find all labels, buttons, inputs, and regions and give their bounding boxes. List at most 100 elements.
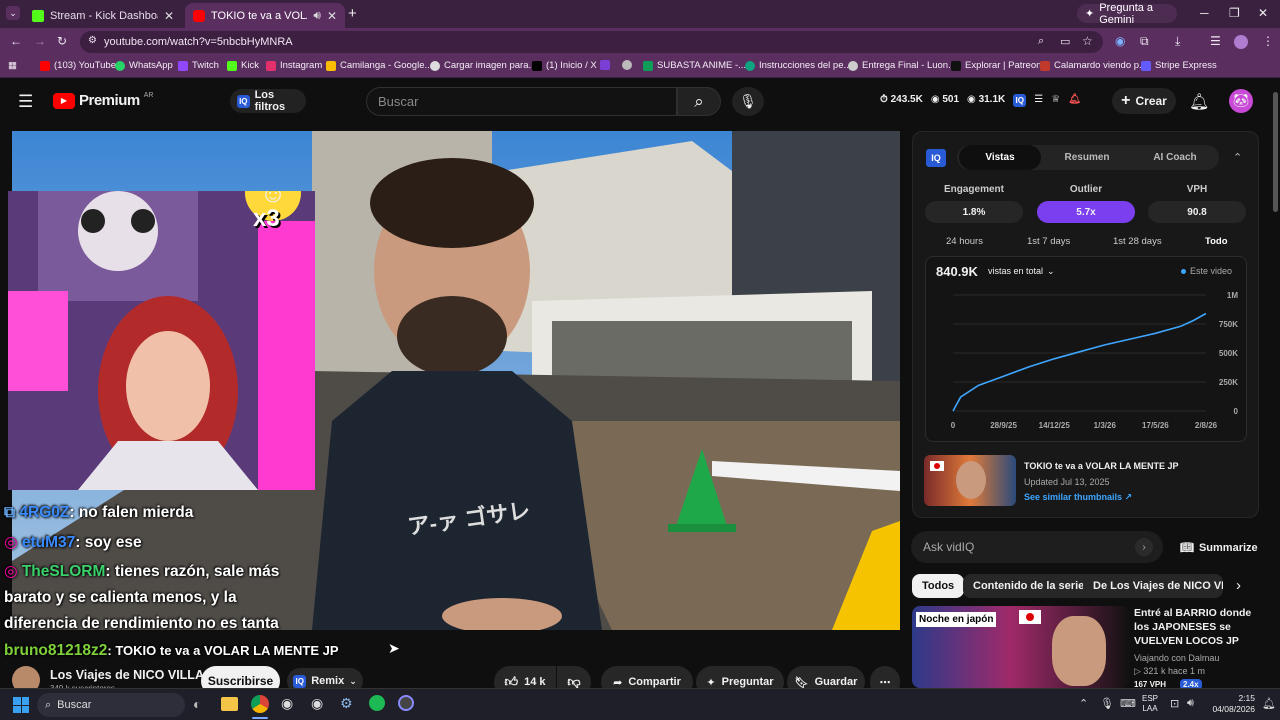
bookmark-kick[interactable]: Kick bbox=[227, 60, 259, 71]
windows-start-icon[interactable] bbox=[13, 697, 29, 713]
microphone-icon[interactable]: 🎙︎ bbox=[1100, 697, 1114, 710]
minimize-window-icon[interactable]: ─ bbox=[1200, 6, 1209, 20]
close-tab-icon[interactable]: ✕ bbox=[164, 9, 174, 23]
tab-search-icon[interactable]: ⌄ bbox=[6, 6, 20, 20]
search-icon: ⌕ bbox=[45, 698, 52, 711]
hamburger-menu-icon[interactable]: ☰ bbox=[18, 92, 33, 112]
clock[interactable]: 2:15 04/08/2026 bbox=[1205, 693, 1255, 715]
site-info-icon[interactable]: ⚙ bbox=[88, 35, 97, 46]
obs-icon[interactable]: ◉ bbox=[281, 695, 293, 712]
chip-serie[interactable]: Contenido de la serie bbox=[963, 574, 1095, 598]
scrollbar-thumb[interactable] bbox=[1273, 92, 1278, 212]
bookmark-instagram[interactable]: Instagram bbox=[266, 60, 322, 71]
y-tick-label: 250K bbox=[1219, 378, 1238, 387]
user-avatar[interactable]: 🐼︎ bbox=[1229, 89, 1253, 113]
bookmark-globe-icon[interactable] bbox=[622, 60, 632, 70]
obs-secondary-icon[interactable]: ◉ bbox=[311, 695, 323, 712]
notification-off-icon[interactable]: 🔔︎ bbox=[1068, 94, 1081, 107]
tab-resumen[interactable]: Resumen bbox=[1045, 145, 1129, 170]
notification-bell-icon[interactable]: 🔔︎ bbox=[1262, 697, 1276, 710]
similar-thumbnails-link[interactable]: See similar thumbnails ↗ bbox=[1024, 492, 1132, 503]
range-7d[interactable]: 1st 7 days bbox=[1027, 236, 1070, 247]
tab-search-icon[interactable]: ☰ bbox=[1210, 34, 1221, 48]
search-input[interactable]: Buscar bbox=[366, 87, 677, 116]
bookmark-camilanga[interactable]: Camilanga - Google... bbox=[326, 60, 432, 71]
bookmark-subasta[interactable]: SUBASTA ANIME -... bbox=[643, 60, 746, 71]
address-bar[interactable]: ⚙ youtube.com/watch?v=5nbcbHyMNRA ⌕ ▭ ☆ bbox=[80, 31, 1103, 53]
cast-icon[interactable]: ▭ bbox=[1060, 35, 1070, 48]
tab-kick-dashboard[interactable]: Stream - Kick Dashboard ✕ bbox=[24, 3, 182, 28]
summarize-label: Summarize bbox=[1198, 541, 1258, 554]
forward-icon[interactable]: → bbox=[34, 34, 46, 48]
bookmark-purple-icon[interactable] bbox=[600, 60, 610, 70]
bookmark-instrucciones[interactable]: Instrucciones del pe... bbox=[745, 60, 851, 71]
taskbar-search[interactable]: ⌕ Buscar bbox=[37, 693, 185, 717]
notifications-icon[interactable]: 🔔︎ bbox=[1189, 92, 1209, 112]
send-arrow-icon[interactable]: › bbox=[1135, 538, 1153, 556]
bookmark-stripe[interactable]: Stripe Express bbox=[1141, 60, 1217, 71]
back-icon[interactable]: ← bbox=[10, 34, 22, 48]
app-icon[interactable] bbox=[398, 695, 414, 711]
chip-todos[interactable]: Todos bbox=[912, 574, 965, 598]
extensions-puzzle-icon[interactable]: ⧉ bbox=[1140, 34, 1149, 49]
chrome-icon[interactable] bbox=[251, 695, 269, 713]
create-button[interactable]: + Crear bbox=[1112, 88, 1176, 114]
tab-youtube-video[interactable]: TOKIO te va a VOLAR LA MENTE JP 🔊︎ ✕ bbox=[185, 3, 345, 28]
bookmark-entrega-final[interactable]: Entrega Final - Luon... bbox=[848, 60, 956, 71]
tab-ai-coach[interactable]: AI Coach bbox=[1133, 145, 1217, 170]
chevron-right-icon[interactable]: › bbox=[1236, 577, 1241, 594]
youtube-premium-logo[interactable]: ▶ Premium AR bbox=[53, 92, 153, 109]
vidiq-icon[interactable]: IQ bbox=[1013, 94, 1027, 107]
maximize-window-icon[interactable]: ❐ bbox=[1229, 6, 1240, 20]
bookmark-whatsapp[interactable]: WhatsApp bbox=[115, 60, 173, 71]
spotify-icon[interactable] bbox=[369, 695, 385, 711]
bookmark-youtube[interactable]: (103) YouTube bbox=[40, 60, 116, 71]
bookmark-star-icon[interactable]: ☆ bbox=[1082, 34, 1093, 48]
summarize-button[interactable]: 📖︎ Summarize bbox=[1180, 541, 1258, 555]
range-all[interactable]: Todo bbox=[1205, 236, 1228, 247]
language-indicator[interactable]: ESP LAA bbox=[1142, 694, 1158, 714]
bookmark-calamardo[interactable]: Calamardo viendo p... bbox=[1040, 60, 1147, 71]
copilot-icon[interactable]: ◐ bbox=[193, 696, 201, 712]
bookmark-label: Camilanga - Google... bbox=[340, 60, 433, 71]
trophy-icon[interactable]: ♕ bbox=[1051, 94, 1060, 107]
list-icon[interactable]: ☰ bbox=[1034, 94, 1043, 107]
new-tab-button[interactable]: + bbox=[348, 5, 357, 22]
bookmark-patreon[interactable]: Explorar | Patreon bbox=[951, 60, 1041, 71]
speaker-icon[interactable]: 🔊︎ bbox=[313, 8, 321, 23]
video-card[interactable]: TOKIO te va a VOLAR LA MENTE JP Updated … bbox=[924, 455, 1248, 507]
extension-icon[interactable]: ◉ bbox=[1115, 34, 1125, 48]
channel-name[interactable]: Los Viajes de NICO VILLA bbox=[50, 668, 204, 682]
network-icon[interactable]: ⊡ bbox=[1170, 697, 1179, 710]
voice-search-button[interactable]: 🎙︎ bbox=[732, 87, 764, 116]
search-button[interactable]: ⌕ bbox=[677, 87, 721, 116]
file-explorer-icon[interactable] bbox=[221, 697, 238, 711]
download-icon[interactable]: ⤓ bbox=[1175, 34, 1180, 49]
bookmark-cargar-imagen[interactable]: Cargar imagen para... bbox=[430, 60, 536, 71]
filters-button[interactable]: IQ Los filtros bbox=[230, 89, 306, 113]
range-28d[interactable]: 1st 28 days bbox=[1113, 236, 1162, 247]
menu-dots-icon[interactable]: ⋮ bbox=[1262, 34, 1274, 48]
tab-vistas[interactable]: Vistas bbox=[959, 145, 1041, 170]
ask-vidiq-input[interactable]: Ask vidIQ › bbox=[911, 531, 1163, 563]
reload-icon[interactable]: ↻ bbox=[57, 34, 67, 48]
series-line bbox=[952, 312, 1207, 412]
steam-icon[interactable]: ⚙ bbox=[340, 695, 353, 712]
tray-chevron-icon[interactable]: ⌃ bbox=[1079, 697, 1088, 710]
chip-channel[interactable]: De Los Viajes de NICO VILLA bbox=[1083, 574, 1223, 598]
keyboard-icon[interactable]: ⌨ bbox=[1120, 697, 1136, 710]
close-window-icon[interactable]: ✕ bbox=[1258, 6, 1268, 20]
bookmark-label: Instrucciones del pe... bbox=[759, 60, 852, 71]
bookmark-x[interactable]: (1) Inicio / X bbox=[532, 60, 597, 71]
close-tab-icon[interactable]: ✕ bbox=[327, 9, 337, 23]
ask-gemini-button[interactable]: ✦ Pregunta a Gemini bbox=[1077, 2, 1177, 26]
apps-icon[interactable]: ▦ bbox=[8, 60, 17, 71]
bookmark-twitch[interactable]: Twitch bbox=[178, 60, 219, 71]
recommended-video[interactable]: Noche en japón Entré al BARRIO donde los… bbox=[912, 606, 1262, 690]
zoom-icon[interactable]: ⌕ bbox=[1038, 35, 1044, 48]
volume-icon[interactable]: 🔊︎ bbox=[1187, 697, 1194, 710]
page-scrollbar[interactable] bbox=[1271, 80, 1280, 688]
collapse-chevron-icon[interactable]: ⌃ bbox=[1233, 151, 1242, 164]
profile-avatar[interactable] bbox=[1234, 35, 1248, 49]
range-24h[interactable]: 24 hours bbox=[946, 236, 983, 247]
